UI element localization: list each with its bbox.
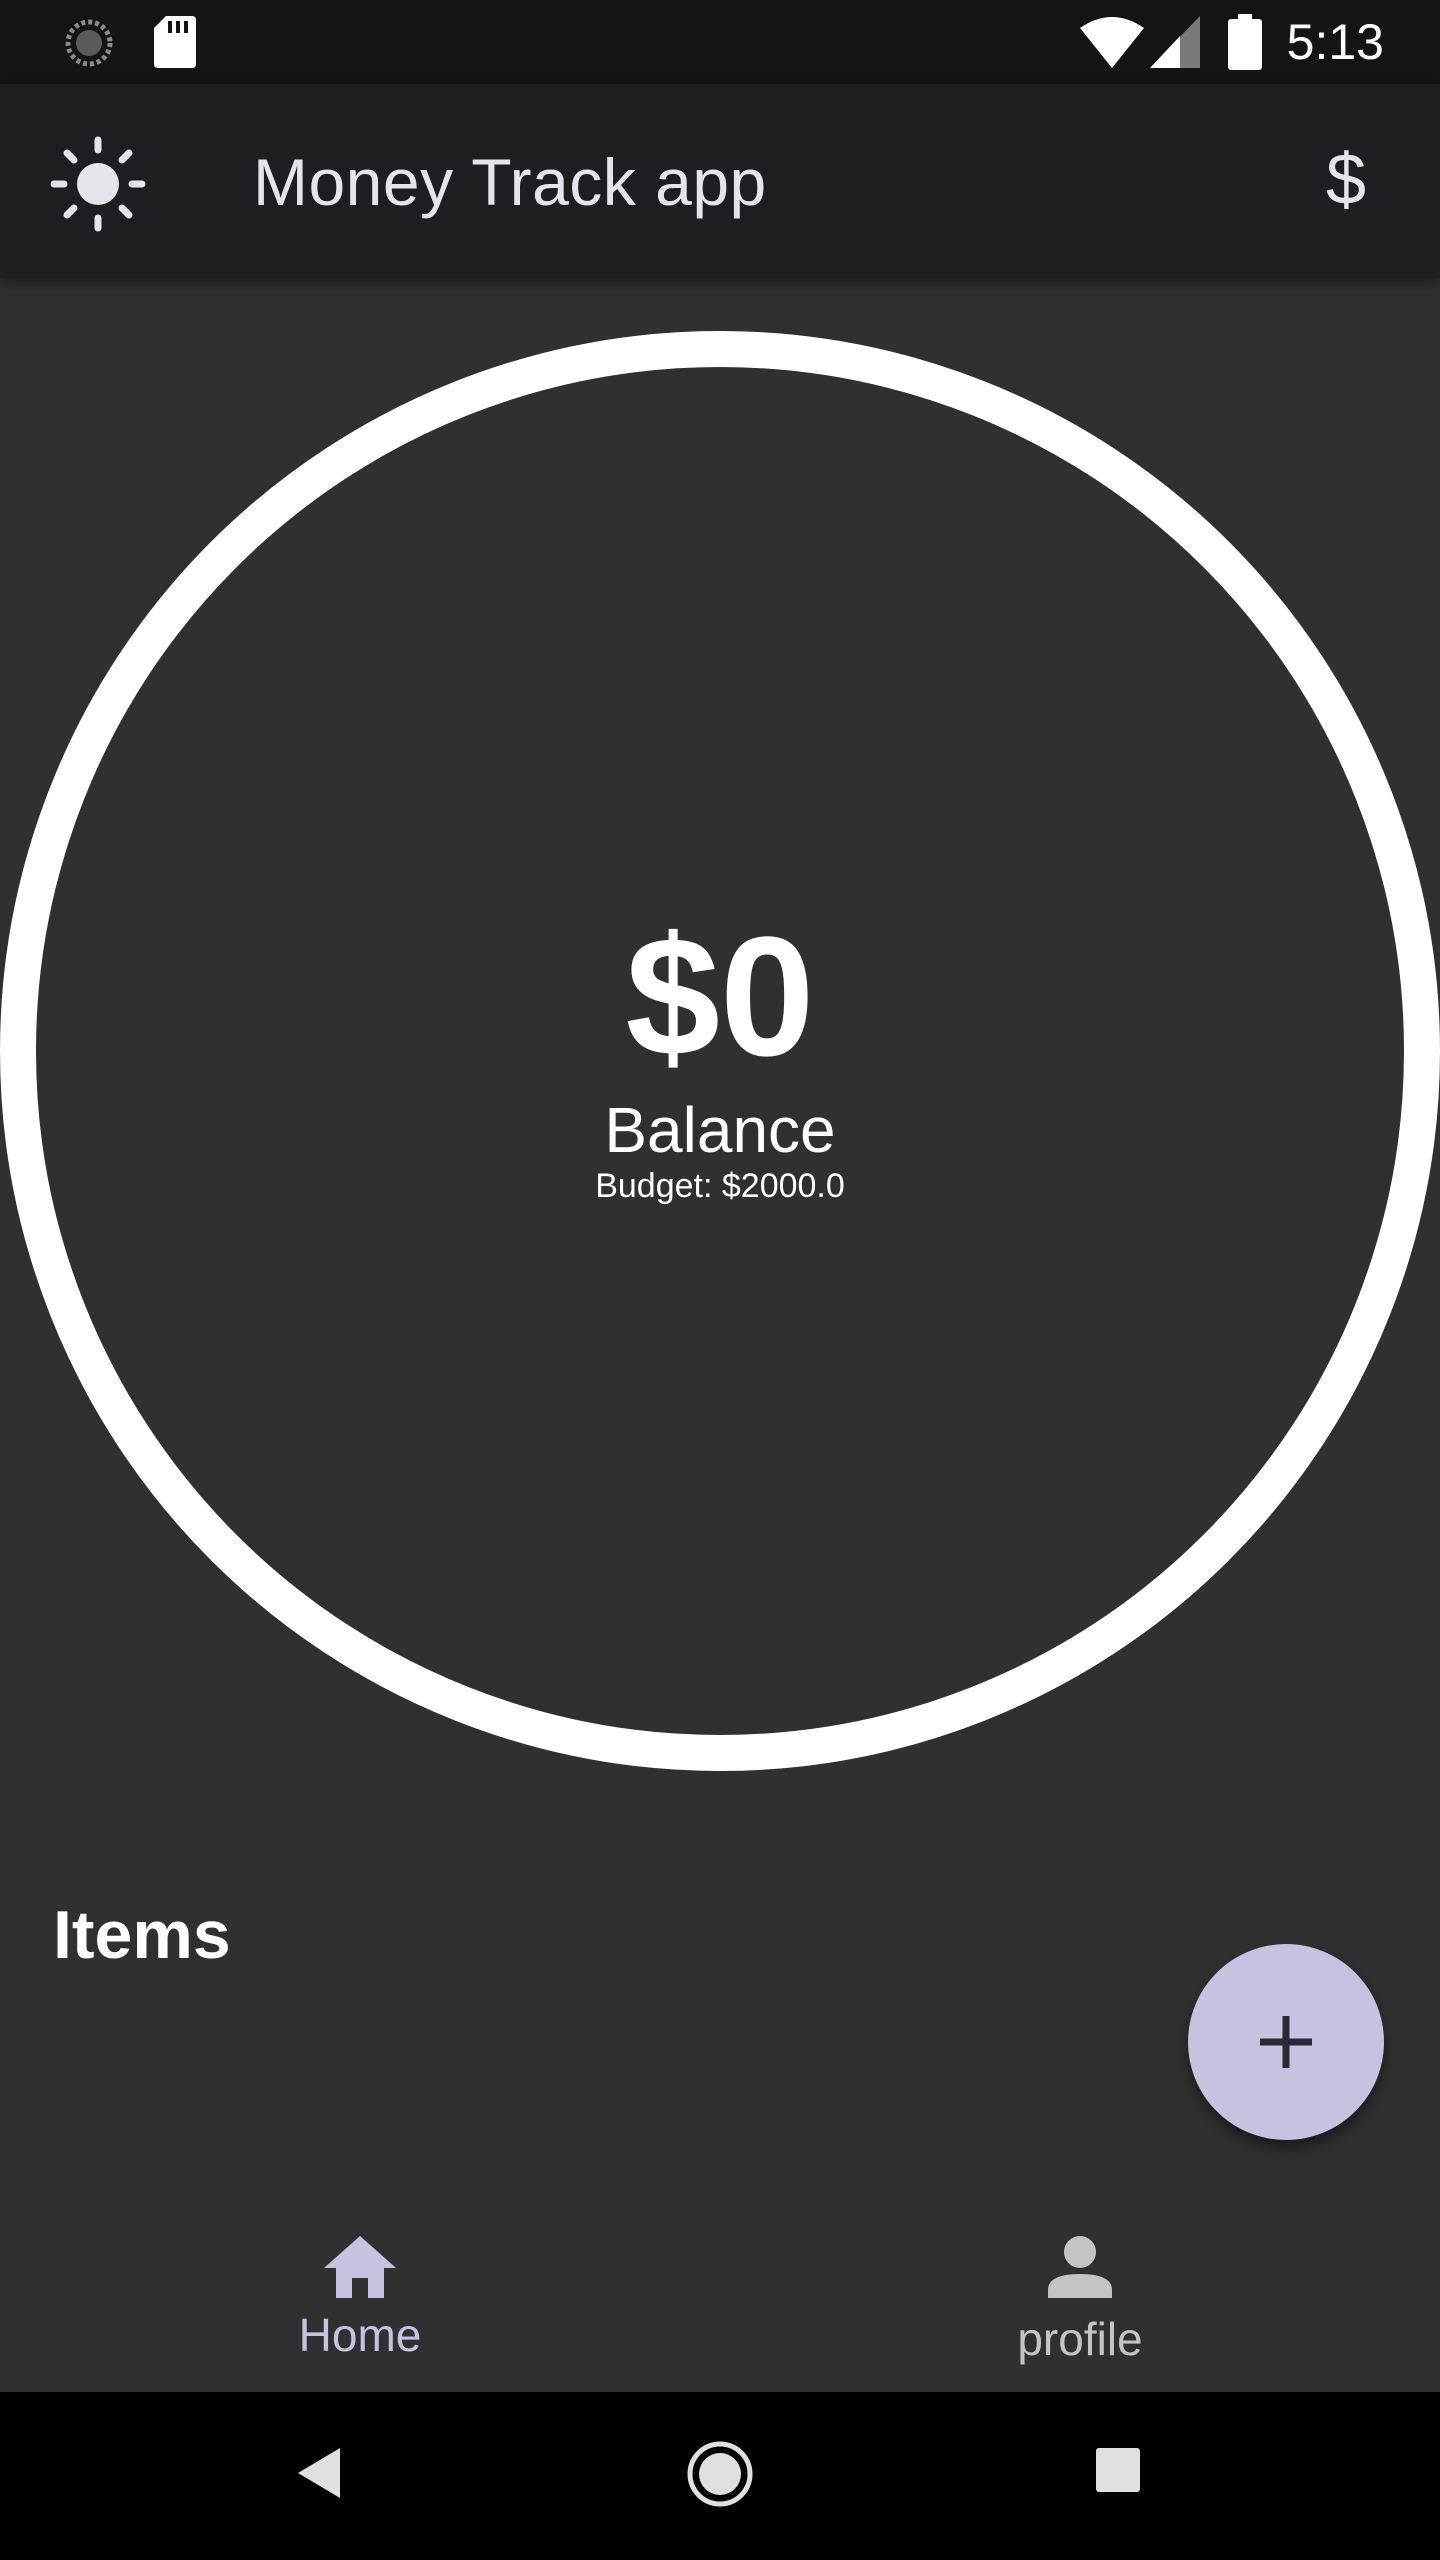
- status-time: 5:13: [1286, 14, 1384, 70]
- status-bar: 5:13: [0, 0, 1440, 84]
- dollar-icon: $: [1325, 140, 1367, 220]
- nav-label-home: Home: [298, 2309, 422, 2361]
- wifi-icon: [1080, 16, 1144, 73]
- loading-spinner-icon: [64, 18, 114, 73]
- home-circle-icon[interactable]: [686, 2440, 754, 2513]
- person-icon: [1040, 2232, 1120, 2307]
- nav-item-profile[interactable]: profile: [720, 2188, 1440, 2392]
- balance-amount: $0: [625, 902, 815, 1092]
- budget-label: Budget: $2000.0: [595, 1167, 845, 1205]
- currency-button[interactable]: $: [1296, 130, 1396, 230]
- sd-card-icon: [154, 16, 196, 73]
- balance-label: Balance: [604, 1094, 836, 1166]
- battery-icon: [1228, 14, 1262, 75]
- back-icon[interactable]: [296, 2446, 344, 2505]
- bottom-navigation: Home profile: [0, 2188, 1440, 2392]
- app-screen: 5:13 Money Track app $ $0 Balance Budget…: [0, 0, 1440, 2560]
- cell-signal-icon: [1150, 16, 1200, 73]
- sun-icon: [48, 136, 148, 238]
- theme-toggle-button[interactable]: [48, 134, 148, 234]
- system-navigation-bar: [0, 2392, 1440, 2560]
- recents-square-icon[interactable]: [1096, 2448, 1140, 2497]
- add-item-button[interactable]: [1188, 1944, 1384, 2140]
- app-title: Money Track app: [253, 145, 767, 219]
- items-heading: Items: [53, 1897, 231, 1973]
- nav-label-profile: profile: [1017, 2313, 1143, 2365]
- home-icon: [320, 2232, 400, 2307]
- nav-item-home[interactable]: Home: [0, 2188, 720, 2392]
- app-bar: Money Track app $: [0, 84, 1440, 278]
